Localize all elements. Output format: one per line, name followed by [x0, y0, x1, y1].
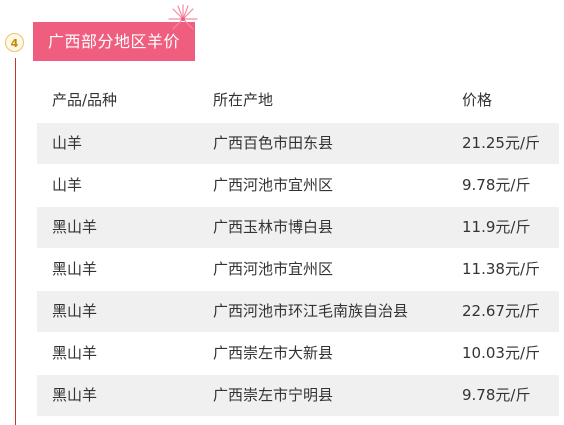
- cell-origin: 广西河池市宜州区: [213, 176, 334, 194]
- step-number-badge: 4: [5, 33, 24, 52]
- cell-price: 9.78元/斤: [462, 386, 531, 404]
- cell-price: 11.38元/斤: [462, 260, 540, 278]
- cell-product: 山羊: [52, 134, 83, 152]
- timeline-line: [15, 58, 16, 425]
- cell-price: 9.78元/斤: [462, 176, 531, 194]
- header-price: 价格: [462, 91, 493, 109]
- cell-price: 11.9元/斤: [462, 218, 531, 236]
- cell-origin: 广西河池市宜州区: [213, 260, 334, 278]
- table-header-row: 产品/品种 所在产地 价格: [37, 80, 559, 120]
- cell-price: 22.67元/斤: [462, 302, 540, 320]
- cell-origin: 广西崇左市大新县: [213, 344, 334, 362]
- cell-product: 黑山羊: [52, 386, 98, 404]
- table-row: 黑山羊 广西崇左市大新县 10.03元/斤: [37, 333, 559, 374]
- cell-product: 黑山羊: [52, 260, 98, 278]
- table-row: 山羊 广西河池市宜州区 9.78元/斤: [37, 165, 559, 206]
- table-row: 黑山羊 广西崇左市宁明县 9.78元/斤: [37, 375, 559, 416]
- table-row: 黑山羊 广西河池市环江毛南族自治县 22.67元/斤: [37, 291, 559, 332]
- cell-product: 黑山羊: [52, 218, 98, 236]
- price-table: 产品/品种 所在产地 价格 山羊 广西百色市田东县 21.25元/斤 山羊 广西…: [37, 80, 559, 417]
- cell-price: 21.25元/斤: [462, 134, 540, 152]
- cell-origin: 广西河池市环江毛南族自治县: [213, 302, 409, 320]
- cell-price: 10.03元/斤: [462, 344, 540, 362]
- table-row: 黑山羊 广西玉林市博白县 11.9元/斤: [37, 207, 559, 248]
- cell-product: 山羊: [52, 176, 83, 194]
- cell-product: 黑山羊: [52, 344, 98, 362]
- cell-origin: 广西崇左市宁明县: [213, 386, 334, 404]
- table-row: 黑山羊 广西河池市宜州区 11.38元/斤: [37, 249, 559, 290]
- header-product: 产品/品种: [52, 91, 118, 109]
- table-row: 山羊 广西百色市田东县 21.25元/斤: [37, 123, 559, 164]
- cell-origin: 广西百色市田东县: [213, 134, 334, 152]
- cell-origin: 广西玉林市博白县: [213, 218, 334, 236]
- firework-decoration-icon: [168, 4, 198, 30]
- header-origin: 所在产地: [213, 91, 274, 109]
- cell-product: 黑山羊: [52, 302, 98, 320]
